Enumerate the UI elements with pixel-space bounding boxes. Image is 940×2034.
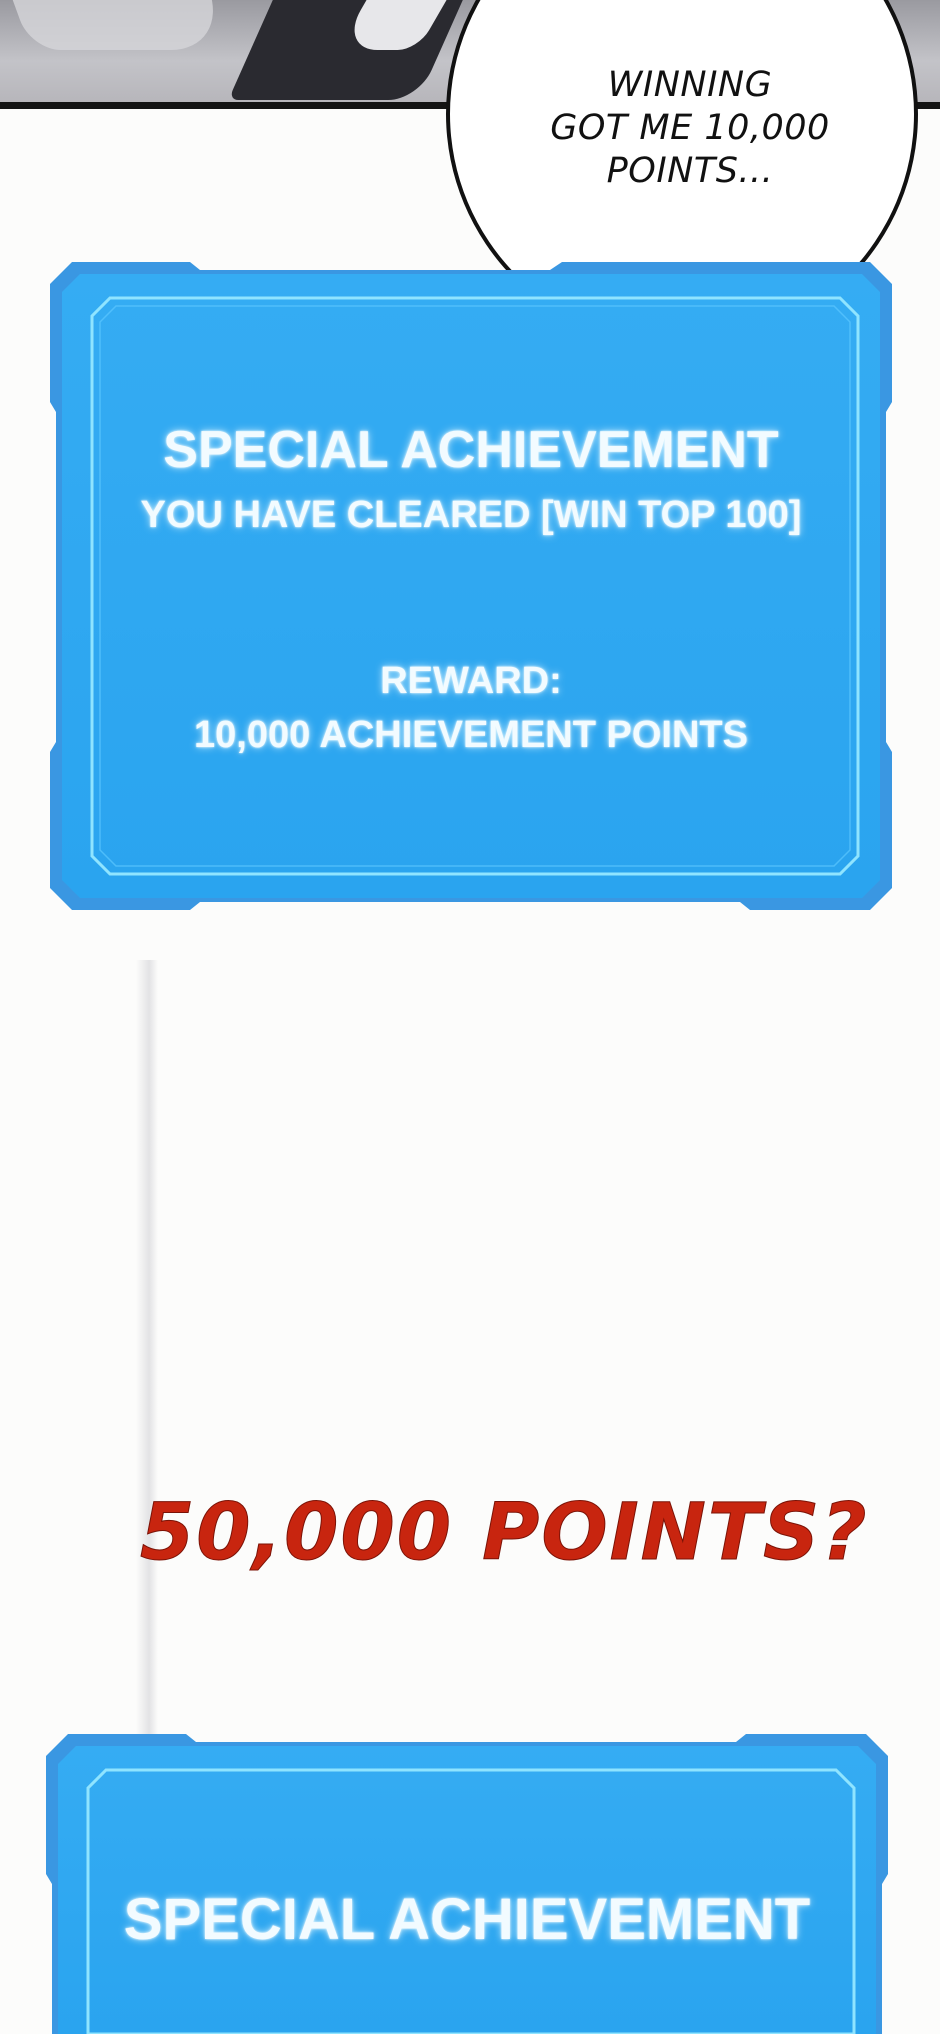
achievement-window-2: SPECIAL ACHIEVEMENT: [46, 1734, 888, 2034]
reward-value: 10,000 ACHIEVEMENT POINTS: [194, 714, 748, 756]
reward-label: REWARD:: [380, 660, 562, 702]
achievement-window: SPECIAL ACHIEVEMENT YOU HAVE CLEARED [WI…: [50, 262, 892, 910]
panel-art-light: [9, 0, 231, 50]
achievement-title-2: SPECIAL ACHIEVEMENT: [123, 1887, 811, 1952]
speech-line-2: GOT ME 10,000: [550, 108, 830, 148]
achievement-subtitle: YOU HAVE CLEARED [WIN TOP 100]: [140, 494, 802, 536]
window-frame: [50, 262, 892, 910]
speech-line-3: POINTS...: [606, 151, 774, 191]
exclamation-text: 50,000 POINTS?: [140, 1488, 869, 1579]
speech-bubble-text: WINNING GOT ME 10,000 POINTS...: [500, 64, 880, 193]
background-shadow: [136, 960, 158, 1740]
achievement-title: SPECIAL ACHIEVEMENT: [163, 421, 779, 479]
speech-line-1: WINNING: [607, 65, 773, 105]
window-frame-2: [46, 1734, 888, 2034]
